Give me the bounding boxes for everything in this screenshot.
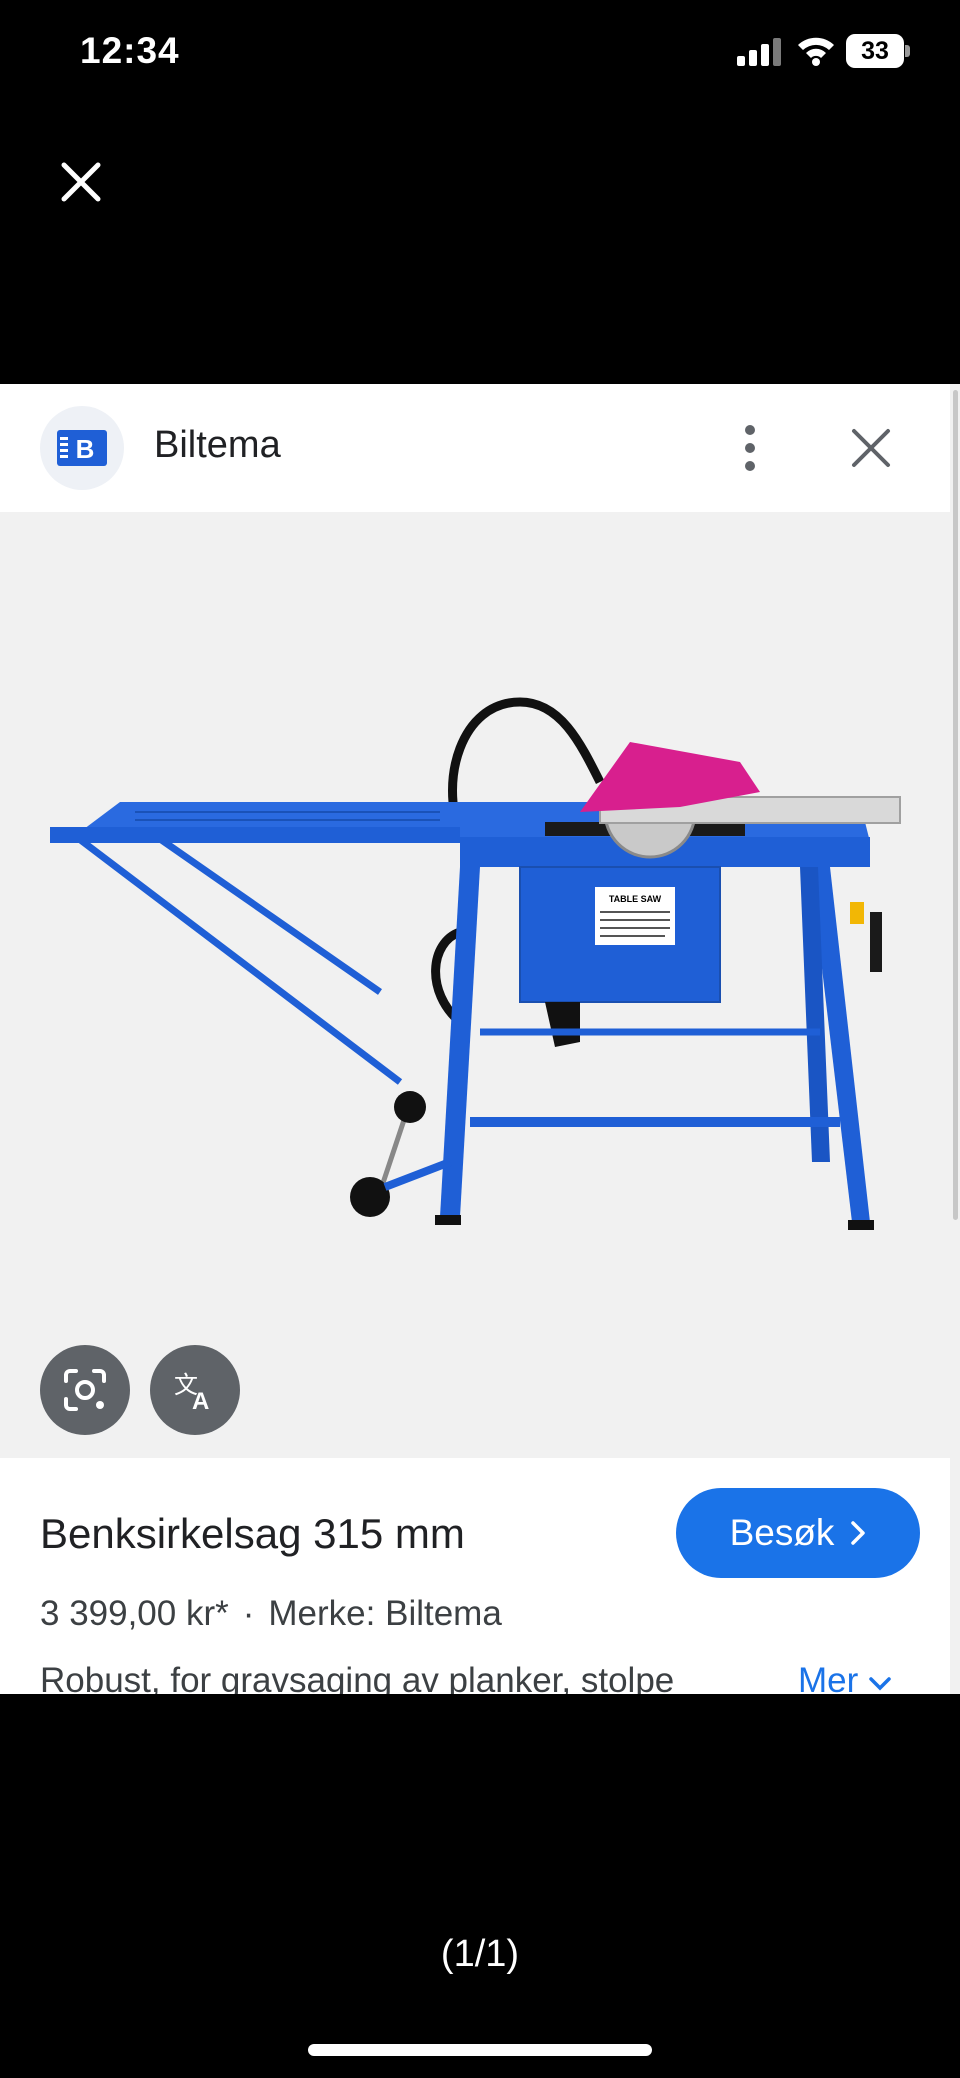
product-price: 3 399,00 kr* [40, 1594, 229, 1633]
wifi-icon [798, 37, 834, 66]
status-time: 12:34 [80, 30, 180, 71]
svg-text:A: A [192, 1388, 209, 1415]
translate-icon: 文 A [174, 1371, 209, 1415]
status-bar: 12:34 33 [0, 0, 960, 110]
signal-icon [737, 38, 781, 66]
more-vert-icon[interactable] [728, 420, 772, 476]
close-icon[interactable] [54, 155, 108, 209]
more-link[interactable]: Mer [798, 1661, 892, 1694]
image-area[interactable]: TABLE SAW 文 A [0, 512, 950, 1458]
chevron-right-icon [851, 1521, 866, 1545]
visit-label: Besøk [729, 1512, 835, 1553]
site-logo[interactable]: B [40, 406, 124, 490]
scroll-thumb[interactable] [953, 390, 958, 1220]
battery-icon: 33 [846, 34, 910, 68]
chevron-down-icon [869, 1677, 891, 1691]
product-title[interactable]: Benksirkelsag 315 mm [40, 1510, 465, 1558]
product-info: Benksirkelsag 315 mm Besøk 3 399,00 kr* ·… [0, 1458, 950, 1694]
close-icon[interactable] [845, 422, 897, 474]
translate-button[interactable]: 文 A [150, 1345, 240, 1435]
lens-button[interactable] [40, 1345, 130, 1435]
lens-icon [64, 1369, 106, 1411]
svg-text:B: B [76, 434, 95, 464]
visit-button[interactable]: Besøk [676, 1488, 920, 1578]
table-saw-image[interactable]: TABLE SAW [40, 662, 920, 1302]
product-description: Robust, for gravsaging av planker, stolp… [40, 1661, 675, 1694]
home-indicator[interactable] [308, 2044, 652, 2056]
separator: · [242, 1594, 255, 1633]
battery-level: 33 [846, 34, 904, 68]
price-line: 3 399,00 kr* · Merke: Biltema [40, 1594, 502, 1634]
biltema-logo-icon: B [57, 430, 107, 466]
site-name[interactable]: Biltema [154, 424, 281, 467]
more-label: Mer [798, 1661, 859, 1694]
svg-text:TABLE SAW: TABLE SAW [609, 894, 662, 904]
result-card: B Biltema TABLE SAW 文 A Benksirkelsag 31… [0, 384, 950, 1694]
image-pager: (1/1) [440, 1933, 520, 1975]
card-header: B Biltema [0, 384, 950, 512]
product-brand: Merke: Biltema [268, 1594, 502, 1633]
